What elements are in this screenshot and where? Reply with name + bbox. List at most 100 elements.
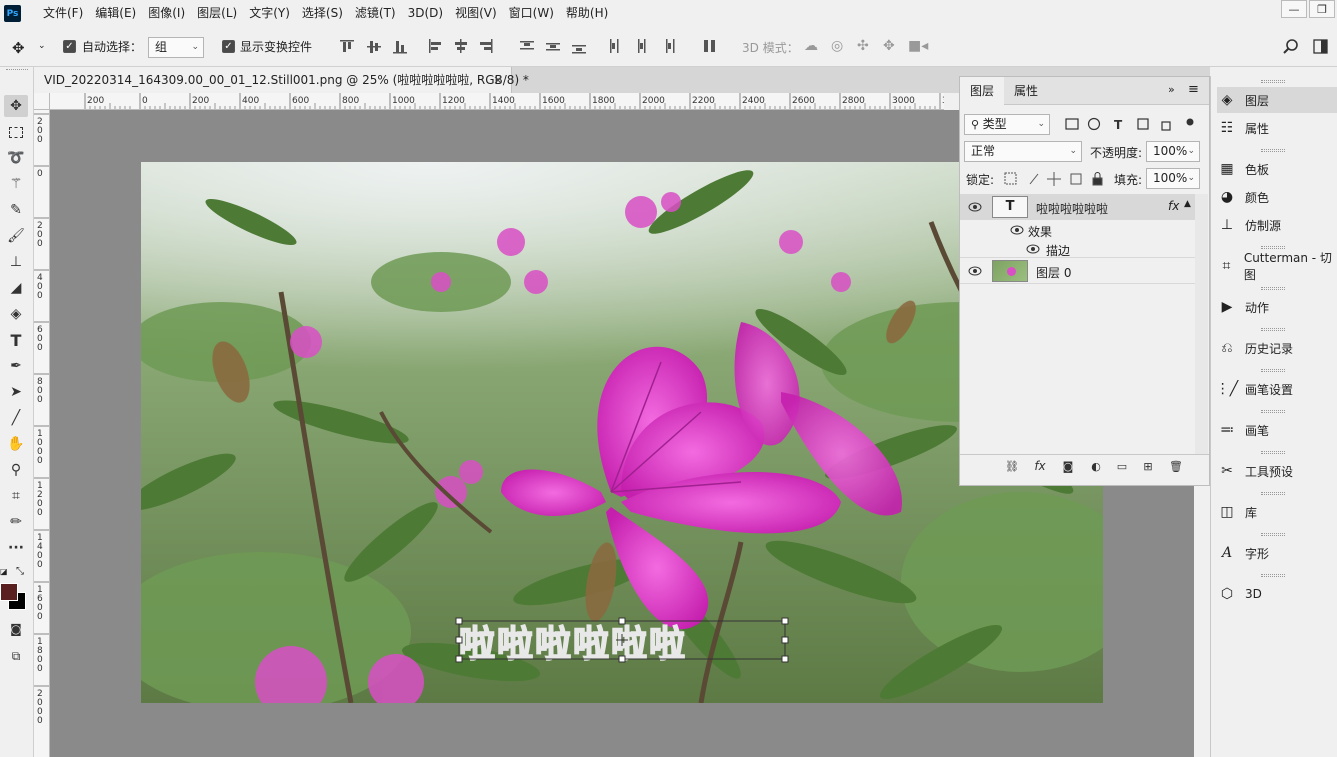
new-group-icon[interactable]: ▭ — [1114, 458, 1130, 474]
menu-window[interactable]: 窗口(W) — [503, 0, 560, 27]
marquee-tool-icon[interactable] — [4, 121, 28, 143]
magic-wand-tool-icon[interactable]: ⚚ — [4, 173, 28, 195]
chevron-down-icon[interactable]: ⌄ — [38, 41, 46, 51]
dock-item-brushes[interactable]: ≕ 画笔 — [1217, 417, 1337, 443]
layer-row-text[interactable]: T 啦啦啦啦啦啦 fx ▲ — [960, 194, 1195, 220]
layer-fx-icon[interactable]: fx — [1168, 199, 1179, 213]
3d-scale-icon[interactable]: ■◂ — [908, 38, 928, 54]
move-tool-preset-icon[interactable]: ✥ — [12, 39, 25, 57]
menu-type[interactable]: 文字(Y) — [243, 0, 296, 27]
add-fx-icon[interactable]: fx — [1032, 458, 1048, 474]
3d-roll-icon[interactable]: ◎ — [831, 38, 843, 54]
dock-item-layers[interactable]: ◈ 图层 — [1217, 87, 1337, 113]
path-select-tool-icon[interactable]: ➤ — [4, 381, 28, 403]
3d-orbit-icon[interactable]: ☁ — [804, 38, 818, 54]
menu-filter[interactable]: 滤镜(T) — [349, 0, 402, 27]
move-tool-icon[interactable]: ✥ — [4, 95, 28, 117]
panel-menu-icon[interactable]: ≡ — [1188, 82, 1199, 97]
menu-view[interactable]: 视图(V) — [449, 0, 503, 27]
layer-name[interactable]: 图层 0 — [1036, 264, 1071, 281]
delete-layer-icon[interactable]: 🗑 — [1168, 458, 1184, 474]
dock-grip[interactable] — [1261, 369, 1285, 372]
dock-item-clone-source[interactable]: ⊥ 仿制源 — [1217, 212, 1337, 238]
more-tools-icon[interactable]: ··· — [4, 537, 28, 559]
effect-stroke-row[interactable]: 描边 — [960, 240, 1195, 258]
tab-properties[interactable]: 属性 — [1004, 77, 1048, 105]
dock-grip[interactable] — [1261, 574, 1285, 577]
dock-item-libraries[interactable]: ◫ 库 — [1217, 499, 1337, 525]
dock-grip[interactable] — [1261, 410, 1285, 413]
menu-help[interactable]: 帮助(H) — [560, 0, 614, 27]
zoom-tool-icon[interactable]: ⚲ — [4, 459, 28, 481]
opacity-input[interactable]: 100% ⌄ — [1146, 141, 1200, 162]
dock-grip[interactable] — [1261, 149, 1285, 152]
restore-button[interactable]: ❐ — [1309, 0, 1335, 18]
paint-bucket-tool-icon[interactable]: ◈ — [4, 303, 28, 325]
dock-item-actions[interactable]: ▶ 动作 — [1217, 294, 1337, 320]
eraser-tool-icon[interactable]: ◢ — [4, 277, 28, 299]
fill-input[interactable]: 100% ⌄ — [1146, 168, 1200, 189]
dock-grip[interactable] — [1261, 451, 1285, 454]
collapse-panel-icon[interactable]: » — [1168, 83, 1175, 96]
layers-scrollbar[interactable] — [1195, 194, 1208, 454]
layer-filter-dropdown[interactable]: ⚲ 类型 ⌄ — [964, 114, 1050, 135]
toolbar-grip[interactable] — [6, 69, 28, 72]
dock-item-glyphs[interactable]: A 字形 — [1217, 540, 1337, 566]
menu-3d[interactable]: 3D(D) — [402, 0, 449, 27]
workspace-icon[interactable] — [1313, 39, 1329, 55]
layer-name[interactable]: 啦啦啦啦啦啦 — [1036, 200, 1108, 217]
stroke-visibility-eye-icon[interactable] — [1026, 242, 1040, 256]
crop-tool-icon[interactable]: ⌗ — [4, 485, 28, 507]
pen-tool-icon[interactable]: ✒ — [4, 355, 28, 377]
dock-grip[interactable] — [1261, 492, 1285, 495]
collapse-effects-icon[interactable]: ▲ — [1184, 199, 1191, 209]
visibility-eye-icon[interactable] — [968, 264, 982, 278]
dock-item-tool-presets[interactable]: ✂ 工具预设 — [1217, 458, 1337, 484]
add-mask-icon[interactable]: ◙ — [1060, 458, 1076, 474]
dock-item-brush-settings[interactable]: ⋮╱ 画笔设置 — [1216, 376, 1337, 402]
menu-file[interactable]: 文件(F) — [37, 0, 89, 27]
dock-item-cutterman[interactable]: ⌗ Cutterman - 切图 — [1217, 251, 1337, 282]
line-tool-icon[interactable]: ╱ — [4, 407, 28, 429]
tab-layers[interactable]: 图层 — [960, 77, 1005, 105]
type-tool-icon[interactable]: T — [4, 329, 28, 351]
show-transform-checkbox[interactable]: ✓ — [222, 40, 235, 53]
new-layer-icon[interactable]: ⊞ — [1140, 458, 1156, 474]
effects-row[interactable]: 效果 — [960, 220, 1195, 240]
hand-tool-icon[interactable]: ✋ — [4, 433, 28, 455]
auto-select-target-dropdown[interactable]: 组 ⌄ — [148, 37, 204, 58]
swap-colors-icon[interactable]: ⤡ — [16, 566, 24, 577]
brush-tool-icon[interactable]: 🖌 — [4, 225, 28, 247]
close-document-icon[interactable]: × — [493, 67, 503, 93]
screen-mode-icon[interactable]: ⧉ — [4, 645, 28, 667]
blend-mode-dropdown[interactable]: 正常 ⌄ — [964, 141, 1082, 162]
dock-item-color[interactable]: ◕ 颜色 — [1217, 184, 1337, 210]
menu-edit[interactable]: 编辑(E) — [89, 0, 142, 27]
menu-image[interactable]: 图像(I) — [142, 0, 191, 27]
eyedropper-tool-icon[interactable]: ✎ — [4, 199, 28, 221]
layer-row-image[interactable]: 图层 0 — [960, 258, 1195, 284]
default-colors-icon[interactable]: ◪ — [0, 567, 8, 576]
foreground-color-swatch[interactable] — [0, 583, 18, 601]
minimize-button[interactable]: — — [1281, 0, 1307, 18]
lock-icons[interactable] — [1004, 171, 1106, 187]
measure-tool-icon[interactable]: ✏ — [4, 511, 28, 533]
dock-grip[interactable] — [1261, 328, 1285, 331]
effects-visibility-eye-icon[interactable] — [1010, 223, 1024, 237]
dock-grip[interactable] — [1261, 80, 1285, 83]
layer-filter-icons[interactable]: T — [1064, 117, 1194, 133]
menu-layer[interactable]: 图层(L) — [191, 0, 243, 27]
lasso-tool-icon[interactable]: ➰ — [4, 147, 28, 169]
3d-pan-icon[interactable]: ✣ — [857, 38, 869, 54]
dock-grip[interactable] — [1261, 287, 1285, 290]
auto-select-checkbox[interactable]: ✓ — [63, 40, 76, 53]
adjustment-layer-icon[interactable]: ◐ — [1088, 458, 1104, 474]
3d-slide-icon[interactable]: ✥ — [883, 38, 895, 54]
dock-item-history[interactable]: ⎌ 历史记录 — [1217, 335, 1337, 361]
dock-item-3d[interactable]: ⬡ 3D — [1217, 581, 1337, 607]
dock-item-swatches[interactable]: ▦ 色板 — [1217, 156, 1337, 182]
ruler-origin[interactable] — [34, 93, 50, 110]
dock-item-properties[interactable]: ☷ 属性 — [1217, 115, 1337, 141]
link-layers-icon[interactable]: ⛓ — [1004, 458, 1020, 474]
visibility-eye-icon[interactable] — [968, 200, 982, 214]
